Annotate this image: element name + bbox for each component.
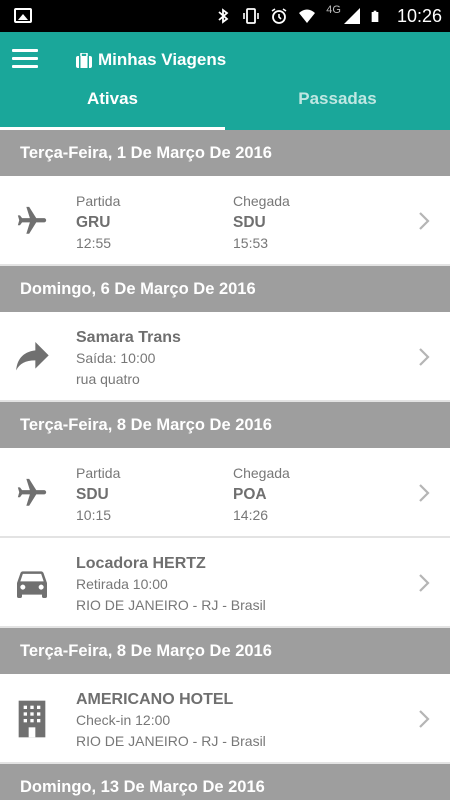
airplane-icon <box>12 470 52 516</box>
clock: 10:26 <box>396 5 442 26</box>
car-rental-pickup: Retirada 10:00 <box>76 576 168 592</box>
car-icon <box>12 560 52 606</box>
signal-icon <box>343 8 360 24</box>
app-bar: Minhas Viagens Ativas Passadas <box>0 32 450 130</box>
hotel-building-icon <box>12 696 52 742</box>
tab-ativas[interactable]: Ativas <box>0 84 225 130</box>
departure-time: 10:15 <box>76 507 112 523</box>
transfer-time: Saída: 10:00 <box>76 350 156 366</box>
departure-time: 12:55 <box>76 235 112 251</box>
vibrate-icon <box>243 8 260 24</box>
departure-label: Partida <box>76 193 121 209</box>
list-item-transfer[interactable]: Samara Trans Saída: 10:00 rua quatro <box>0 312 450 402</box>
date-header: Domingo, 13 De Março De 2016 <box>0 764 450 800</box>
car-rental-title: Locadora HERTZ <box>76 555 206 572</box>
chevron-right-icon <box>419 574 430 592</box>
status-bar: 4G 10:26 <box>0 0 450 32</box>
transfer-address: rua quatro <box>76 371 140 387</box>
arrival-time: 15:53 <box>233 235 269 251</box>
chevron-right-icon <box>419 484 430 502</box>
status-icons: 4G 10:26 <box>214 0 442 32</box>
network-type: 4G <box>326 4 341 16</box>
arrival-label: Chegada <box>233 193 290 209</box>
chevron-right-icon <box>419 710 430 728</box>
hotel-title: AMERICANO HOTEL <box>76 691 234 708</box>
list-item-hotel[interactable]: AMERICANO HOTEL Check-in 12:00 RIO DE JA… <box>0 674 450 764</box>
battery-icon <box>371 10 379 22</box>
bluetooth-icon <box>218 8 229 24</box>
car-rental-details: Locadora HERTZ Retirada 10:00 RIO DE JAN… <box>76 553 266 616</box>
airplane-icon <box>12 198 52 244</box>
app-title: Minhas Viagens <box>98 50 227 69</box>
departure-column: Partida SDU 10:15 <box>76 463 120 526</box>
arrival-code: POA <box>233 486 267 503</box>
tab-passadas[interactable]: Passadas <box>225 84 450 130</box>
car-rental-location: RIO DE JANEIRO - RJ - Brasil <box>76 597 266 613</box>
image-icon <box>14 8 32 23</box>
transfer-title: Samara Trans <box>76 329 181 346</box>
departure-code: GRU <box>76 214 111 231</box>
trip-list: Terça-Feira, 1 De Março De 2016 Partida … <box>0 130 450 800</box>
arrival-column: Chegada POA 14:26 <box>233 463 290 526</box>
arrival-code: SDU <box>233 214 266 231</box>
tab-bar: Ativas Passadas <box>0 84 450 130</box>
chevron-right-icon <box>419 348 430 366</box>
arrival-column: Chegada SDU 15:53 <box>233 191 290 254</box>
hotel-checkin: Check-in 12:00 <box>76 712 171 728</box>
hotel-location: RIO DE JANEIRO - RJ - Brasil <box>76 733 266 749</box>
departure-column: Partida GRU 12:55 <box>76 191 120 254</box>
departure-label: Partida <box>76 465 121 481</box>
arrival-label: Chegada <box>233 465 290 481</box>
hotel-details: AMERICANO HOTEL Check-in 12:00 RIO DE JA… <box>76 689 266 752</box>
departure-code: SDU <box>76 486 109 503</box>
arrival-time: 14:26 <box>233 507 269 523</box>
list-item-flight[interactable]: Partida GRU 12:55 Chegada SDU 15:53 <box>0 176 450 266</box>
transfer-details: Samara Trans Saída: 10:00 rua quatro <box>76 327 181 390</box>
app-title-group: Minhas Viagens <box>76 50 226 70</box>
date-header: Terça-Feira, 1 De Março De 2016 <box>0 130 450 176</box>
arrow-forward-icon <box>12 334 52 380</box>
date-header: Domingo, 6 De Março De 2016 <box>0 266 450 312</box>
suitcase-icon <box>76 52 92 68</box>
date-header: Terça-Feira, 8 De Março De 2016 <box>0 628 450 674</box>
wifi-icon <box>299 9 316 23</box>
list-item-car-rental[interactable]: Locadora HERTZ Retirada 10:00 RIO DE JAN… <box>0 538 450 628</box>
chevron-right-icon <box>419 212 430 230</box>
date-header: Terça-Feira, 8 De Março De 2016 <box>0 402 450 448</box>
hamburger-menu-icon[interactable] <box>12 49 40 69</box>
alarm-icon <box>271 8 287 24</box>
list-item-flight[interactable]: Partida SDU 10:15 Chegada POA 14:26 <box>0 448 450 538</box>
